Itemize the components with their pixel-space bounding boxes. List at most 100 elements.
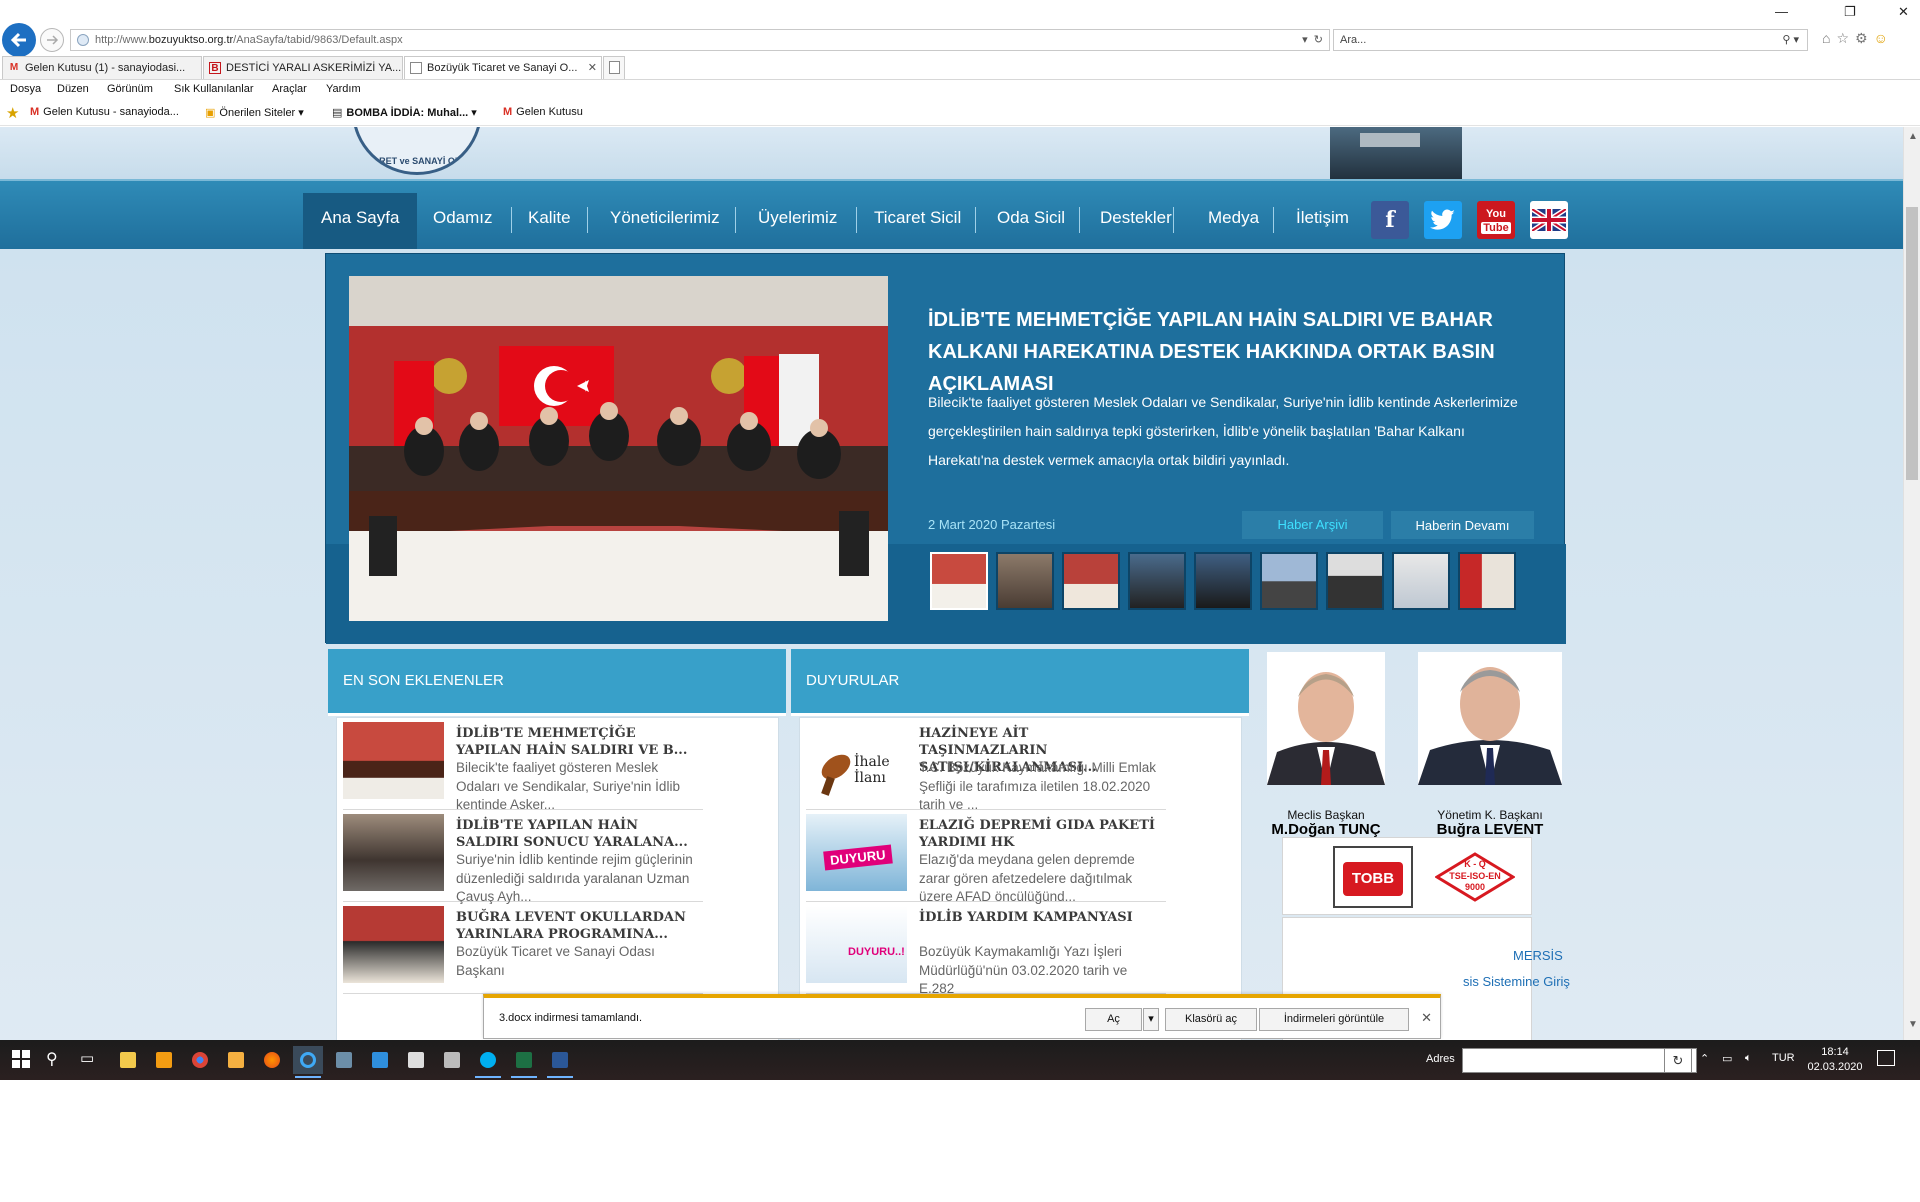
favorites-star-icon[interactable]: ★ bbox=[6, 104, 19, 122]
nav-quality[interactable]: Kalite bbox=[528, 193, 571, 249]
address-toolbar-input[interactable]: ▾ bbox=[1462, 1048, 1697, 1073]
news-archive-button[interactable]: Haber Arşivi bbox=[1242, 511, 1383, 539]
view-downloads-button[interactable]: İndirmeleri görüntüle bbox=[1259, 1008, 1409, 1031]
fav-gmail[interactable]: M Gelen Kutusu - sanayioda... bbox=[30, 106, 179, 118]
excel-icon[interactable] bbox=[509, 1046, 539, 1078]
slider-thumb[interactable] bbox=[1458, 552, 1516, 610]
close-window-icon[interactable]: ✕ bbox=[1898, 4, 1909, 20]
search-icon[interactable]: ⚲ ▾ bbox=[1782, 30, 1799, 50]
menu-edit[interactable]: Düzen bbox=[57, 83, 89, 95]
nav-contact[interactable]: İletişim bbox=[1296, 193, 1349, 249]
fav-suggested[interactable]: ▣ Önerilen Siteler ▾ bbox=[205, 106, 304, 119]
tab-bozuyuk[interactable]: Bozüyük Ticaret ve Sanayi O... ✕ bbox=[404, 56, 602, 79]
list-item[interactable]: DUYURU..! İDLİB YARDIM KAMPANYASI Bozüyü… bbox=[806, 902, 1166, 996]
task-view-icon[interactable]: ▭ bbox=[80, 1049, 94, 1067]
nav-about[interactable]: Odamız bbox=[433, 193, 493, 249]
news-title[interactable]: İDLİB YARDIM KAMPANYASI bbox=[919, 909, 1157, 926]
vertical-scrollbar[interactable]: ▲ ▼ bbox=[1903, 127, 1920, 1040]
url-dropdown-refresh-icons[interactable]: ▾ ↻ bbox=[1302, 30, 1323, 50]
list-item[interactable]: İDLİB'TE YAPILAN HAİN SALDIRI SONUCU YAR… bbox=[343, 810, 703, 904]
menu-help[interactable]: Yardım bbox=[326, 83, 361, 95]
headline-photo[interactable] bbox=[349, 276, 888, 621]
internet-explorer-icon[interactable] bbox=[293, 1046, 323, 1078]
tray-expand-icon[interactable]: ⌃ bbox=[1700, 1052, 1709, 1065]
read-more-button[interactable]: Haberin Devamı bbox=[1391, 511, 1534, 539]
nav-managers[interactable]: Yöneticilerimiz bbox=[610, 193, 720, 249]
nav-support[interactable]: Destekler bbox=[1100, 193, 1172, 249]
nav-trade-registry[interactable]: Ticaret Sicil bbox=[874, 193, 961, 249]
network-icon[interactable] bbox=[329, 1046, 359, 1074]
back-button[interactable] bbox=[2, 23, 36, 57]
windows-start-icon[interactable] bbox=[12, 1050, 30, 1073]
close-icon[interactable]: ✕ bbox=[1421, 1010, 1432, 1026]
news-title[interactable]: ELAZIĞ DEPREMİ GIDA PAKETİ YARDIMI HK bbox=[919, 817, 1157, 851]
app-icon[interactable] bbox=[221, 1046, 251, 1074]
nav-members[interactable]: Üyelerimiz bbox=[758, 193, 837, 249]
mersis-link[interactable]: sis Sistemine Giriş bbox=[1463, 974, 1570, 989]
clock[interactable]: 18:14 02.03.2020 bbox=[1800, 1045, 1870, 1075]
slider-thumb[interactable] bbox=[1062, 552, 1120, 610]
file-explorer-icon[interactable] bbox=[113, 1046, 143, 1074]
board-president-photo[interactable] bbox=[1418, 652, 1562, 785]
settings-gear-icon[interactable]: ⚙ bbox=[1855, 30, 1874, 46]
news-title[interactable]: İDLİB'TE MEHMETÇİĞE YAPILAN HAİN SALDIRI… bbox=[456, 725, 694, 759]
scrollbar-thumb[interactable] bbox=[1906, 207, 1918, 480]
news-title[interactable]: BUĞRA LEVENT OKULLARDAN YARINLARA PROGRA… bbox=[456, 909, 694, 943]
twitter-icon[interactable] bbox=[1424, 201, 1462, 239]
word-icon[interactable] bbox=[545, 1046, 575, 1078]
scroll-up-icon[interactable]: ▲ bbox=[1908, 131, 1918, 142]
list-item[interactable]: DUYURU ELAZIĞ DEPREMİ GIDA PAKETİ YARDIM… bbox=[806, 810, 1166, 904]
list-item[interactable]: İhale İlanı HAZİNEYE AİT TAŞINMAZLARIN S… bbox=[806, 718, 1166, 812]
smiley-icon[interactable]: ☺ bbox=[1874, 30, 1894, 46]
list-item[interactable]: BUĞRA LEVENT OKULLARDAN YARINLARA PROGRA… bbox=[343, 902, 703, 994]
new-tab-button[interactable] bbox=[603, 56, 625, 79]
chrome-icon[interactable] bbox=[185, 1046, 215, 1074]
search-icon[interactable]: ⚲ bbox=[46, 1049, 58, 1069]
firefox-icon[interactable] bbox=[257, 1046, 287, 1074]
nav-media[interactable]: Medya bbox=[1208, 193, 1259, 249]
news-title[interactable]: İDLİB'TE YAPILAN HAİN SALDIRI SONUCU YAR… bbox=[456, 817, 694, 851]
fav-news[interactable]: ▤ BOMBA İDDİA: Muhal... ▾ bbox=[332, 106, 477, 119]
menu-favorites[interactable]: Sık Kullanılanlar bbox=[174, 83, 254, 95]
slider-thumb[interactable] bbox=[930, 552, 988, 610]
nav-chamber-registry[interactable]: Oda Sicil bbox=[997, 193, 1065, 249]
slider-thumb[interactable] bbox=[1128, 552, 1186, 610]
home-icon[interactable]: ⌂ bbox=[1822, 30, 1836, 46]
network-tray-icon[interactable]: ▭ bbox=[1722, 1052, 1732, 1065]
fav-gmail-inbox[interactable]: M Gelen Kutusu bbox=[503, 106, 583, 118]
tab-news[interactable]: B DESTİCİ YARALI ASKERİMİZİ YA... bbox=[203, 56, 403, 79]
notification-icon[interactable] bbox=[1877, 1050, 1895, 1066]
minimize-icon[interactable]: — bbox=[1775, 4, 1788, 19]
calculator-icon[interactable] bbox=[437, 1046, 467, 1074]
restore-icon[interactable]: ❐ bbox=[1844, 4, 1856, 20]
youtube-icon[interactable]: You Tube bbox=[1477, 201, 1515, 239]
tobb-logo[interactable]: TOBB bbox=[1333, 846, 1413, 908]
open-folder-button[interactable]: Klasörü aç bbox=[1165, 1008, 1257, 1031]
store-icon[interactable] bbox=[401, 1046, 431, 1074]
slider-thumb[interactable] bbox=[1260, 552, 1318, 610]
slider-thumb[interactable] bbox=[1194, 552, 1252, 610]
menu-view[interactable]: Görünüm bbox=[107, 83, 153, 95]
nav-home[interactable]: Ana Sayfa bbox=[303, 193, 418, 249]
menu-tools[interactable]: Araçlar bbox=[272, 83, 307, 95]
council-president-photo[interactable] bbox=[1267, 652, 1385, 785]
url-field[interactable]: http://www.bozuyuktso.org.tr/AnaSayfa/ta… bbox=[70, 29, 1330, 51]
slider-thumb[interactable] bbox=[996, 552, 1054, 610]
search-input[interactable]: Ara... ⚲ ▾ bbox=[1333, 29, 1808, 51]
close-tab-icon[interactable]: ✕ bbox=[588, 57, 597, 79]
open-button[interactable]: Aç bbox=[1085, 1008, 1142, 1031]
address-toolbar-refresh[interactable]: ↻ bbox=[1664, 1048, 1692, 1073]
facebook-icon[interactable]: f bbox=[1371, 201, 1409, 239]
input-language[interactable]: TUR bbox=[1772, 1052, 1795, 1064]
scroll-down-icon[interactable]: ▼ bbox=[1908, 1019, 1918, 1030]
open-dropdown-button[interactable]: ▾ bbox=[1143, 1008, 1159, 1031]
english-flag-icon[interactable] bbox=[1530, 201, 1568, 239]
forward-button[interactable] bbox=[40, 28, 64, 52]
iso-9000-logo[interactable]: K - Q TSE-ISO-EN 9000 bbox=[1435, 852, 1515, 902]
volume-icon[interactable]: 🔈︎ bbox=[1745, 1052, 1752, 1065]
media-player-icon[interactable] bbox=[149, 1046, 179, 1074]
mail-icon[interactable] bbox=[365, 1046, 395, 1074]
menu-file[interactable]: Dosya bbox=[10, 83, 41, 95]
tab-gmail[interactable]: M Gelen Kutusu (1) - sanayiodasi... bbox=[2, 56, 202, 79]
headline-title[interactable]: İDLİB'TE MEHMETÇİĞE YAPILAN HAİN SALDIRI… bbox=[928, 304, 1548, 400]
